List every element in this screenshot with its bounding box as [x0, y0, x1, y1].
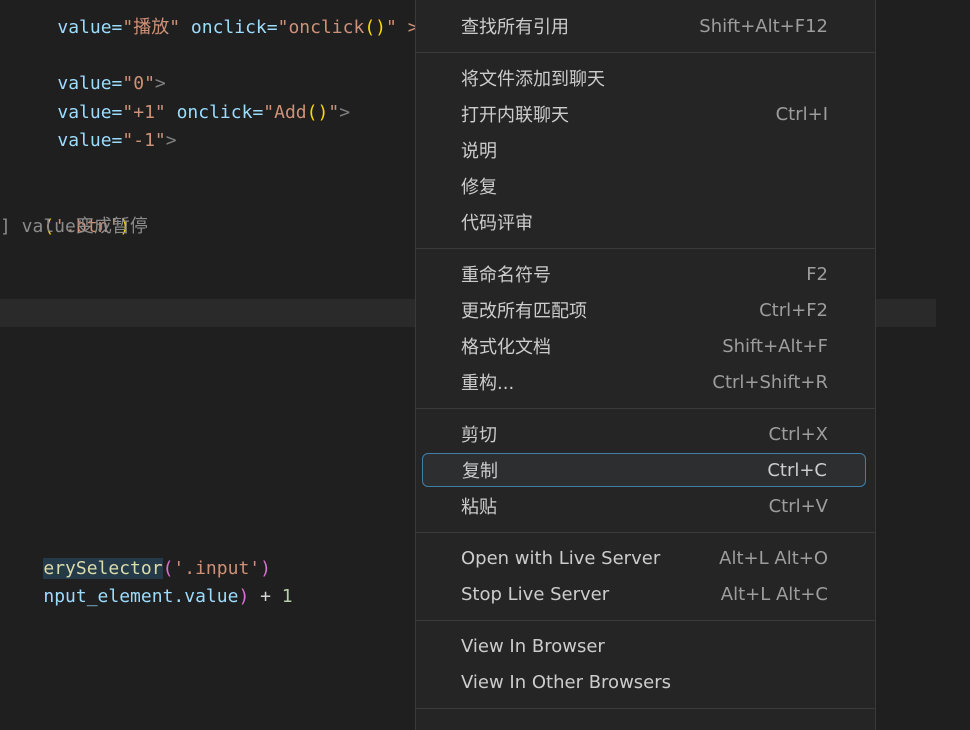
menu-item-find-all-references[interactable]: 查找所有引用 Shift+Alt+F12	[422, 9, 866, 43]
menu-item-label: 粘贴	[461, 497, 497, 518]
menu-separator	[416, 408, 875, 409]
code-token: >	[165, 130, 177, 151]
menu-item-paste[interactable]: 粘贴 Ctrl+V	[422, 489, 866, 523]
menu-item-label: 打开内联聊天	[461, 105, 569, 126]
menu-item-change-all-occurrences[interactable]: 更改所有匹配项 Ctrl+F2	[422, 293, 866, 327]
menu-item-shortcut: Shift+Alt+F12	[699, 15, 828, 37]
menu-item-refactor[interactable]: 重构... Ctrl+Shift+R	[422, 365, 866, 399]
code-line[interactable]: value="+1" onclick="Add()">	[14, 71, 350, 123]
code-token: " >	[386, 17, 419, 38]
code-token: value=	[57, 17, 123, 38]
menu-item-shortcut: Alt+L Alt+C	[720, 583, 828, 605]
code-comment[interactable]: ] value变成暂停	[0, 213, 148, 241]
menu-item-view-in-other-browsers[interactable]: View In Other Browsers	[422, 665, 866, 699]
menu-item-code-review[interactable]: 代码评审	[422, 205, 866, 239]
menu-item-shortcut: Ctrl+Shift+R	[712, 371, 828, 393]
code-line[interactable]: ('.btn')	[0, 185, 130, 237]
menu-item-label: 重命名符号	[461, 265, 551, 286]
menu-item-shortcut: Shift+Alt+F	[722, 335, 828, 357]
menu-item-shortcut: Ctrl+V	[768, 495, 828, 517]
menu-item-shortcut: Ctrl+C	[767, 459, 827, 481]
menu-item-rename-symbol[interactable]: 重命名符号 F2	[422, 257, 866, 291]
menu-item-label: 说明	[461, 141, 497, 162]
menu-item-label: 代码评审	[461, 213, 533, 234]
menu-separator	[416, 620, 875, 621]
menu-item-label: 将文件添加到聊天	[461, 69, 605, 90]
code-token: "-1"	[122, 130, 166, 151]
menu-item-label: 复制	[462, 461, 498, 482]
menu-item-label: 剪切	[461, 425, 497, 446]
code-token: )	[238, 586, 250, 607]
code-token: ()	[306, 102, 329, 123]
code-token: value=	[57, 130, 123, 151]
context-menu: 查找所有引用 Shift+Alt+F12 将文件添加到聊天 打开内联聊天 Ctr…	[415, 0, 876, 730]
menu-item-explain[interactable]: 说明	[422, 133, 866, 167]
menu-item-label: 修复	[461, 177, 497, 198]
menu-item-format-document[interactable]: 格式化文档 Shift+Alt+F	[422, 329, 866, 363]
code-line[interactable]: value="-1">	[14, 99, 176, 151]
menu-item-label: 查找所有引用	[461, 17, 569, 38]
menu-item-view-in-browser[interactable]: View In Browser	[422, 629, 866, 663]
code-token: onclick=	[180, 17, 278, 38]
menu-item-label: 更改所有匹配项	[461, 301, 587, 322]
code-line[interactable]: erySelector('.input')	[0, 527, 271, 579]
code-line[interactable]: value="0">	[14, 42, 165, 94]
code-token: onclick=	[165, 102, 264, 123]
menu-item-shortcut: Ctrl+X	[768, 423, 828, 445]
code-token: nput_element.value	[43, 586, 239, 607]
menu-item-shortcut: Ctrl+F2	[759, 299, 828, 321]
menu-item-shortcut: Alt+L Alt+O	[719, 547, 828, 569]
menu-item-cut[interactable]: 剪切 Ctrl+X	[422, 417, 866, 451]
menu-separator	[416, 532, 875, 533]
menu-item-label: 重构...	[461, 373, 515, 394]
menu-item-fix[interactable]: 修复	[422, 169, 866, 203]
code-token: 1	[281, 586, 293, 607]
menu-item-label: Stop Live Server	[461, 583, 610, 605]
menu-item-add-file-to-chat[interactable]: 将文件添加到聊天	[422, 61, 866, 95]
menu-item-open-with-live-server[interactable]: Open with Live Server Alt+L Alt+O	[422, 541, 866, 575]
menu-item-label: View In Browser	[461, 635, 605, 657]
menu-separator	[416, 248, 875, 249]
code-token: ()	[364, 17, 387, 38]
code-token: "播放"	[122, 17, 181, 38]
menu-item-open-inline-chat[interactable]: 打开内联聊天 Ctrl+I	[422, 97, 866, 131]
code-token: +	[249, 586, 282, 607]
code-line[interactable]: value="播放" onclick="onclick()" >	[14, 0, 418, 38]
menu-item-copy[interactable]: 复制 Ctrl+C	[422, 453, 866, 487]
menu-item-label: 格式化文档	[461, 337, 551, 358]
code-token: "Add	[263, 102, 307, 123]
code-token: >	[339, 102, 351, 123]
code-token: "	[328, 102, 340, 123]
menu-item-stop-live-server[interactable]: Stop Live Server Alt+L Alt+C	[422, 577, 866, 611]
code-token: "onclick	[277, 17, 365, 38]
menu-separator	[416, 52, 875, 53]
menu-item-label: View In Other Browsers	[461, 671, 672, 693]
menu-item-shortcut: F2	[806, 263, 828, 285]
menu-item-shortcut: Ctrl+I	[775, 103, 828, 125]
code-line[interactable]: nput_element.value) + 1	[0, 555, 292, 607]
menu-separator	[416, 708, 875, 709]
menu-item-label: Open with Live Server	[461, 547, 661, 569]
